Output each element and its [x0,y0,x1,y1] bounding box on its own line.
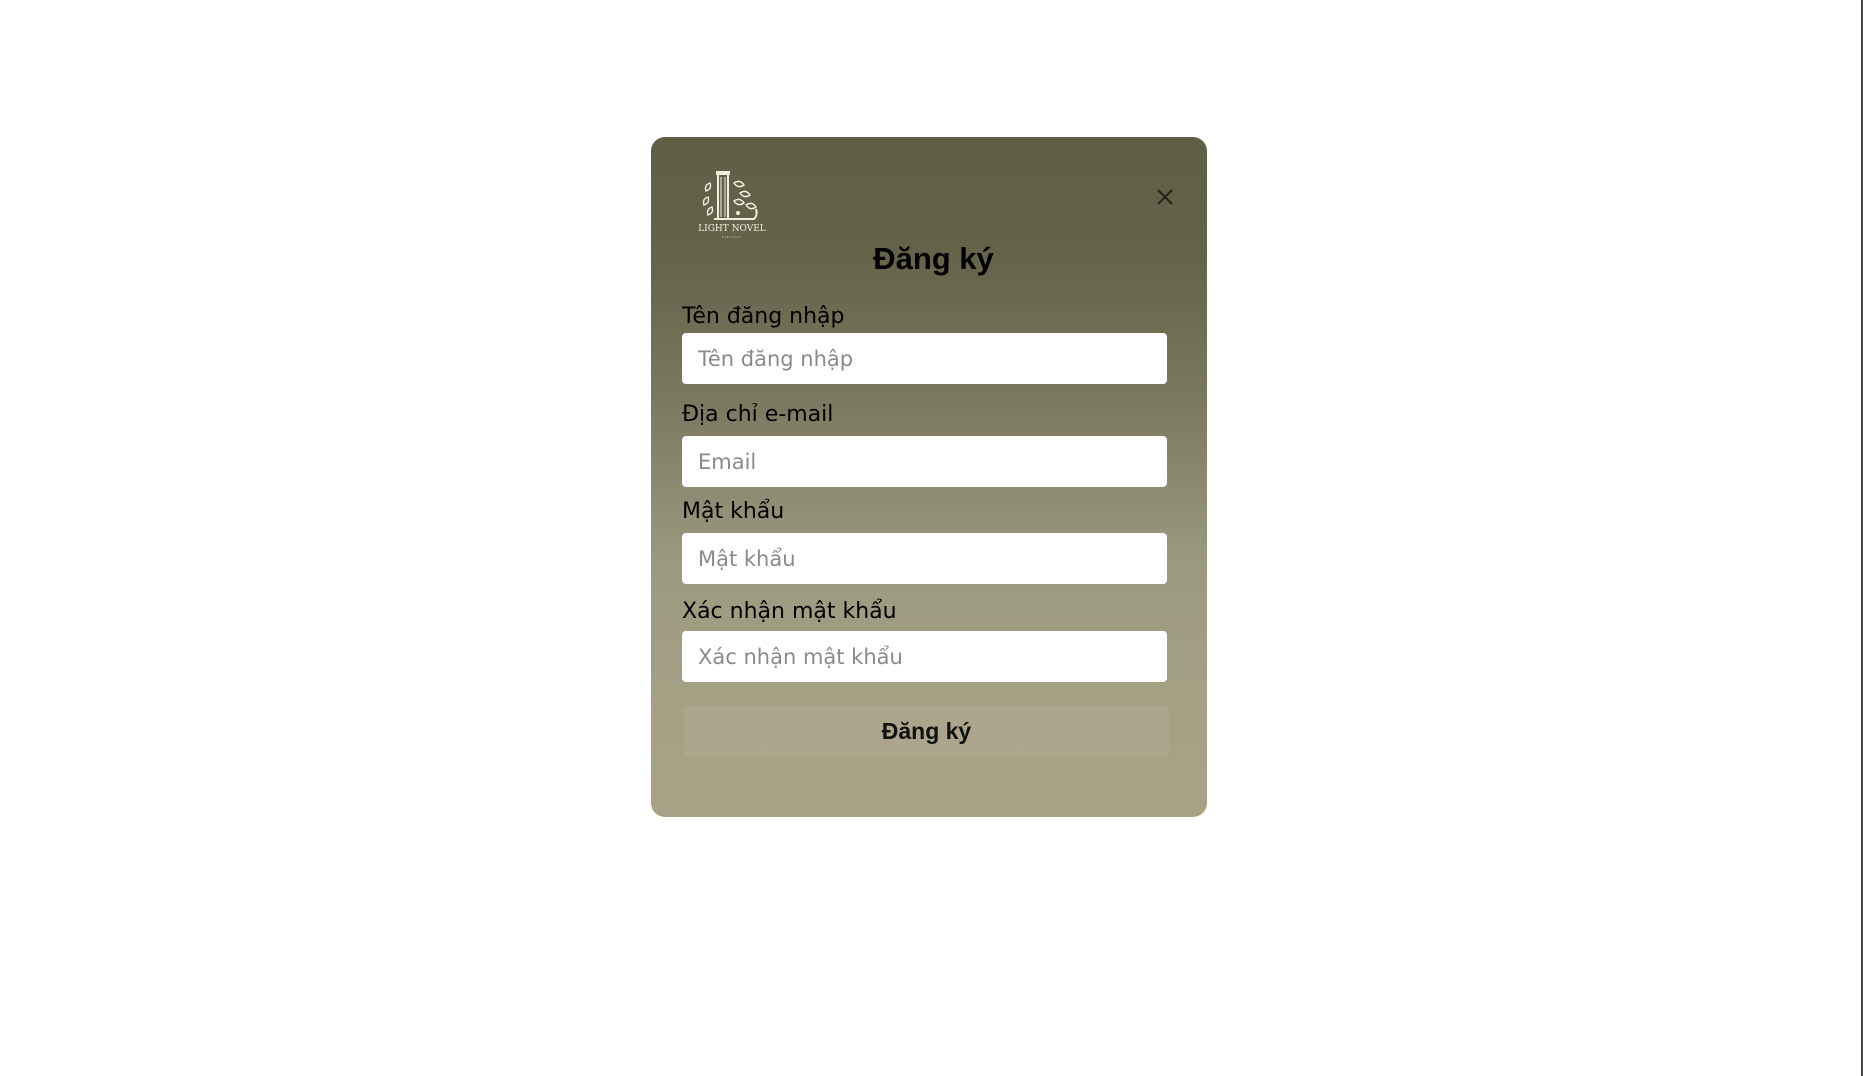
register-modal: LIGHT NOVEL Đăng ký Tên đăng nhập Địa ch… [651,137,1207,817]
page: LIGHT NOVEL Đăng ký Tên đăng nhập Địa ch… [0,0,1863,1076]
password-label: Mật khẩu [682,499,785,524]
close-icon [1157,189,1173,205]
email-label: Địa chỉ e-mail [682,402,834,427]
username-label: Tên đăng nhập [682,304,845,329]
logo-text: LIGHT NOVEL [698,224,766,234]
password-input[interactable] [682,533,1167,584]
email-input[interactable] [682,436,1167,487]
light-novel-logo: LIGHT NOVEL [694,169,770,245]
confirm-password-input[interactable] [682,631,1167,682]
close-button[interactable] [1153,185,1177,209]
logo-icon: LIGHT NOVEL [698,171,766,238]
page-title: Đăng ký [873,241,994,276]
username-input[interactable] [682,333,1167,384]
confirm-password-label: Xác nhận mật khẩu [682,599,897,624]
register-button[interactable]: Đăng ký [684,705,1169,757]
